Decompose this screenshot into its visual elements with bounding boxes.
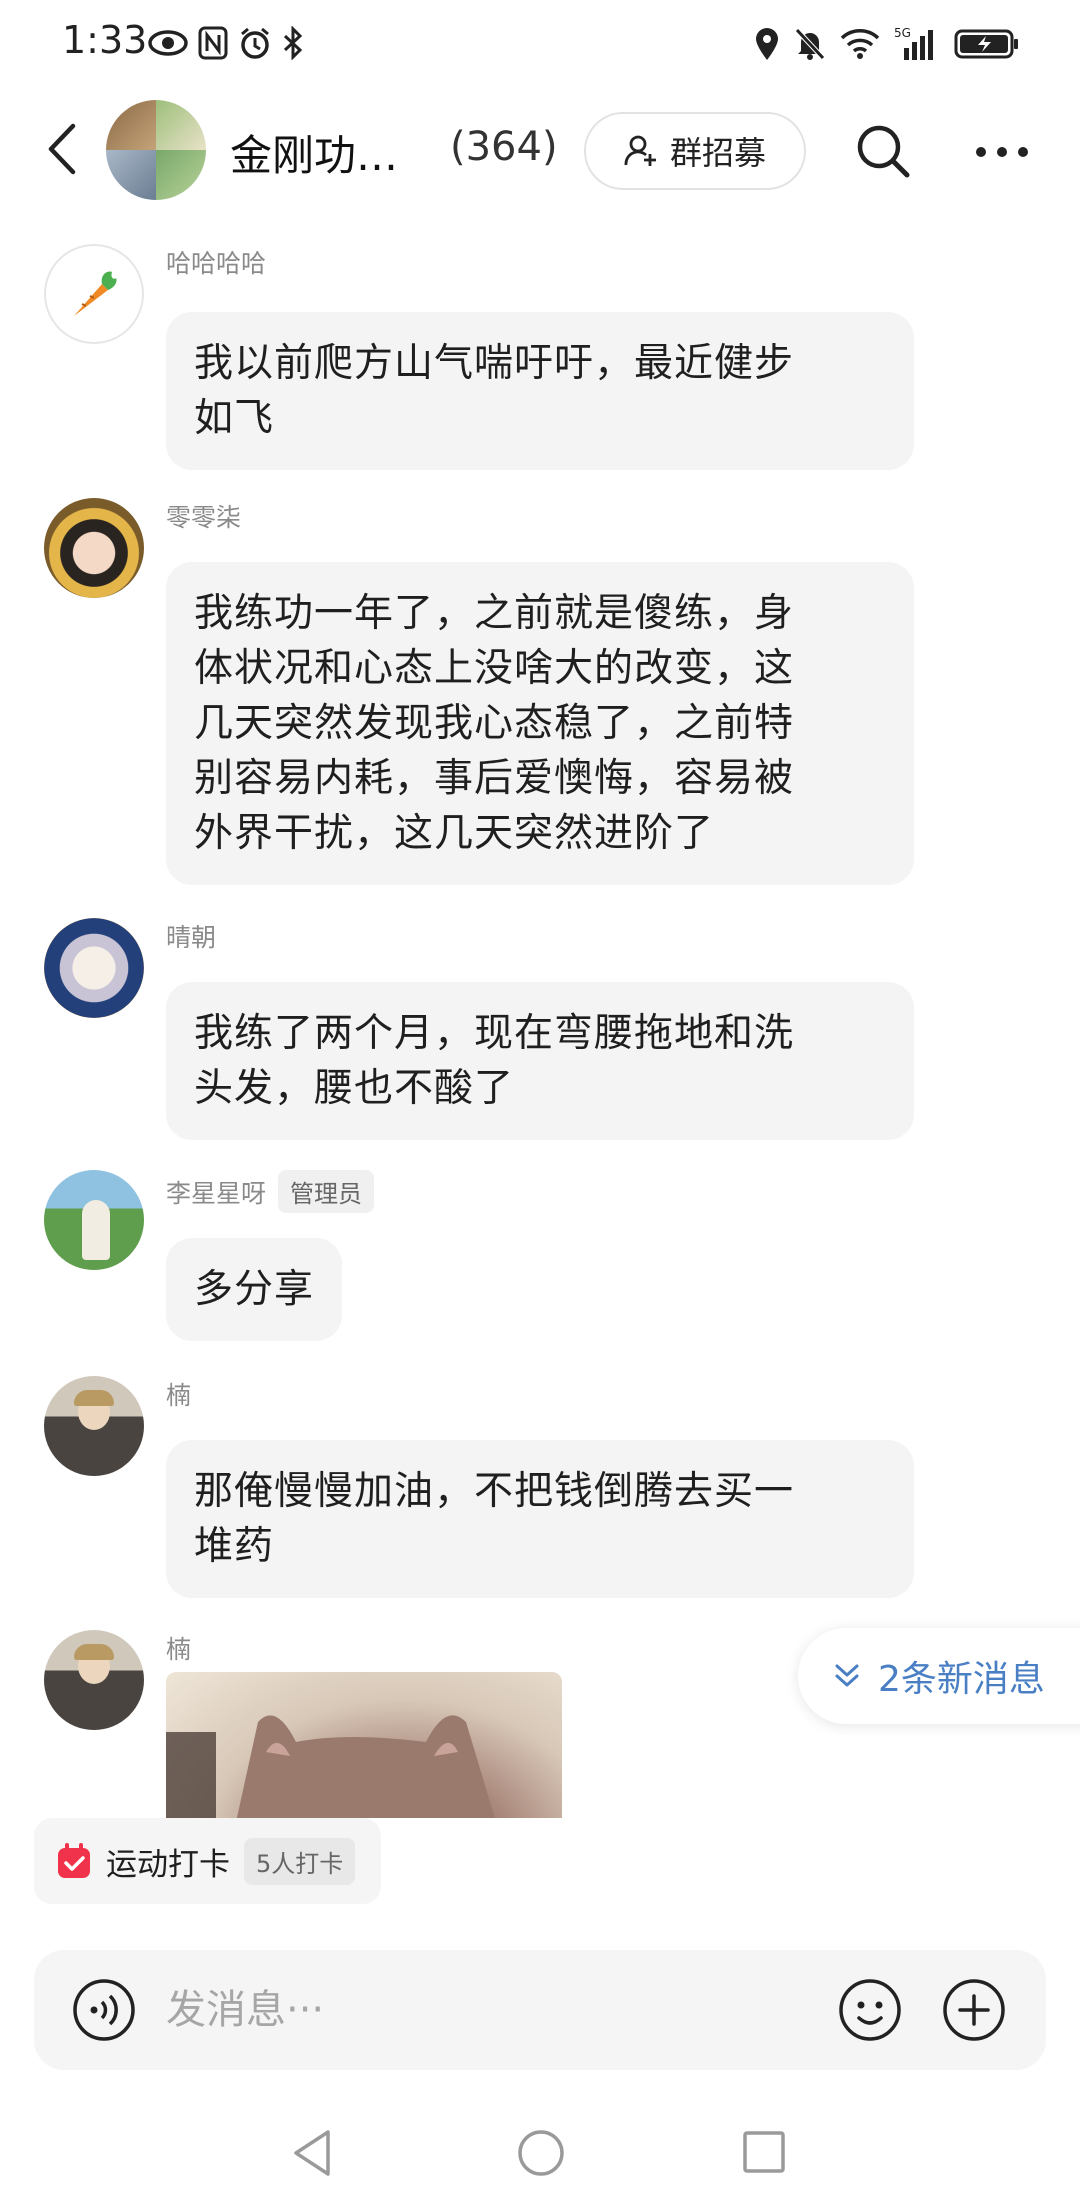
- status-right-icons: 5G: [754, 26, 1020, 62]
- sender-name: 李星星呀 管理员: [166, 1170, 375, 1213]
- system-nav-bar: [0, 2110, 1080, 2204]
- avatar[interactable]: [44, 1170, 144, 1270]
- message-bubble[interactable]: 我以前爬方山气喘吁吁，最近健步 如飞: [166, 312, 914, 470]
- mute-icon: [794, 27, 826, 61]
- eye-icon: [148, 29, 188, 57]
- status-time: 1:33: [62, 18, 148, 62]
- plus-icon: [943, 1979, 1005, 2041]
- add-person-icon: [624, 135, 656, 166]
- message-input-bar: [34, 1950, 1046, 2070]
- circle-home-icon: [518, 2130, 564, 2176]
- square-recents-icon: [743, 2131, 785, 2173]
- nav-back-button[interactable]: [290, 2128, 334, 2178]
- back-arrow-icon: [48, 123, 76, 175]
- carrot-icon: [74, 271, 117, 316]
- checkin-count: 5人打卡: [244, 1837, 356, 1885]
- double-chevron-down-icon: [835, 1664, 859, 1687]
- bluetooth-icon: [282, 26, 304, 60]
- status-left-icons: [148, 26, 304, 60]
- group-name[interactable]: 金刚功…: [230, 122, 398, 183]
- avatar[interactable]: [44, 918, 144, 1018]
- cat-photo: [166, 1715, 495, 1818]
- sender-name: 哈哈哈哈: [166, 249, 267, 278]
- voice-icon: [73, 1979, 135, 2041]
- new-messages-button[interactable]: 2条新消息: [798, 1628, 1080, 1724]
- more-dots-icon: [976, 147, 1028, 157]
- calendar-check-icon: [58, 1843, 90, 1878]
- status-bar: 1:33 5G: [0, 0, 1080, 92]
- message-line: 堆药: [194, 1524, 275, 1569]
- nav-home-button[interactable]: [516, 2128, 566, 2178]
- sender-name: 晴朝: [166, 923, 217, 952]
- message-line: 头发，腰也不酸了: [194, 1066, 515, 1111]
- message-line: 那俺慢慢加油，不把钱倒腾去买一: [194, 1469, 795, 1514]
- image-message[interactable]: [166, 1672, 562, 1818]
- chat-header: 金刚功… (364) 群招募: [0, 92, 1080, 212]
- message-line: 体状况和心态上没啥大的改变，这: [194, 646, 795, 691]
- message-bubble[interactable]: 我练了两个月，现在弯腰拖地和洗 头发，腰也不酸了: [166, 982, 914, 1140]
- back-button[interactable]: [40, 118, 84, 180]
- voice-button[interactable]: [72, 1978, 136, 2042]
- group-recruit-button[interactable]: 群招募: [584, 112, 806, 190]
- sport-checkin-chip[interactable]: 运动打卡 5人打卡: [34, 1818, 382, 1904]
- message-line: 如飞: [194, 396, 275, 441]
- svg-text:5G: 5G: [894, 26, 911, 40]
- group-recruit-label: 群招募: [669, 134, 766, 172]
- message-line: 我练了两个月，现在弯腰拖地和洗: [194, 1011, 795, 1056]
- emoji-button[interactable]: [838, 1978, 902, 2042]
- battery-icon: [954, 28, 1020, 60]
- member-count[interactable]: (364): [450, 124, 558, 170]
- more-button[interactable]: [970, 122, 1034, 182]
- message-bubble[interactable]: 多分享: [166, 1238, 343, 1341]
- message-line: 多分享: [194, 1267, 315, 1312]
- message-line: 外界干扰，这几天突然进阶了: [194, 811, 715, 856]
- avatar[interactable]: [44, 244, 144, 344]
- message-line: 别容易内耗，事后爱懊悔，容易被: [194, 756, 795, 801]
- message-bubble[interactable]: 我练功一年了，之前就是傻练，身 体状况和心态上没啥大的改变，这 几天突然发现我心…: [166, 562, 914, 885]
- message-list[interactable]: 哈哈哈哈 我以前爬方山气喘吁吁，最近健步 如飞 零零柒 我练功一年了，之前就是傻…: [0, 220, 1080, 1818]
- sender-name: 零零柒: [166, 503, 242, 532]
- nav-recents-button[interactable]: [742, 2130, 786, 2174]
- signal-icon: 5G: [894, 26, 940, 62]
- alarm-icon: [238, 26, 272, 60]
- search-button[interactable]: [852, 120, 914, 182]
- checkin-label: 运动打卡: [106, 1846, 230, 1883]
- avatar[interactable]: [44, 1376, 144, 1476]
- location-icon: [754, 27, 780, 61]
- avatar[interactable]: [44, 498, 144, 598]
- message-line: 我以前爬方山气喘吁吁，最近健步: [194, 341, 795, 386]
- sender-name: 楠: [166, 1635, 192, 1664]
- message-bubble[interactable]: 那俺慢慢加油，不把钱倒腾去买一 堆药: [166, 1440, 914, 1598]
- admin-badge: 管理员: [278, 1170, 375, 1213]
- message-input[interactable]: [166, 1972, 726, 2048]
- avatar[interactable]: [44, 1630, 144, 1730]
- message-line: 我练功一年了，之前就是傻练，身: [194, 591, 795, 636]
- wifi-icon: [840, 28, 880, 60]
- message-line: 几天突然发现我心态稳了，之前特: [194, 701, 795, 746]
- more-actions-button[interactable]: [942, 1978, 1006, 2042]
- emoji-icon: [839, 1979, 901, 2041]
- triangle-back-icon: [294, 2130, 330, 2176]
- search-icon: [857, 125, 910, 178]
- group-avatar[interactable]: [106, 100, 206, 200]
- new-messages-label: 2条新消息: [878, 1659, 1045, 1700]
- nfc-icon: [198, 26, 228, 60]
- sender-name: 楠: [166, 1381, 192, 1410]
